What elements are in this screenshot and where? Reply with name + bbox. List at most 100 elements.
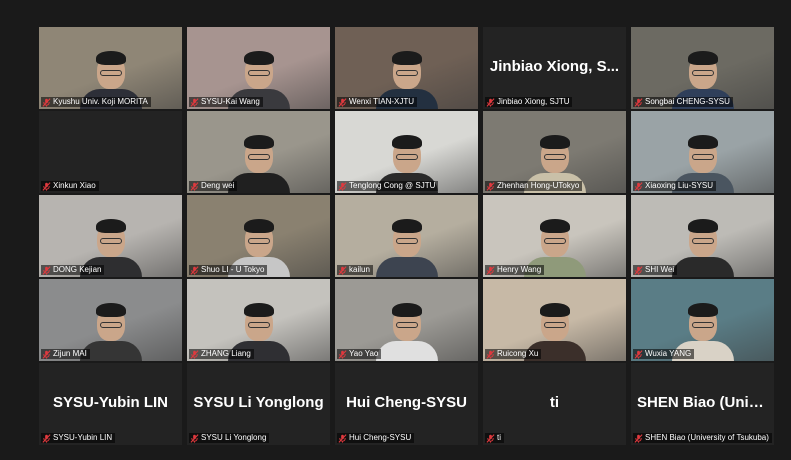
participant-tile[interactable]: Henry Wang (483, 195, 626, 277)
participant-name: Wuxia YANG (645, 349, 692, 358)
participant-tile[interactable]: Kyushu Univ. Koji MORITA (39, 27, 182, 109)
participant-tile[interactable]: Shuo LI - U Tokyo (187, 195, 330, 277)
participant-display-name: SHEN Biao (Univ... (637, 394, 769, 411)
participant-tile[interactable]: Ruicong Xu (483, 279, 626, 361)
participant-name: ti (497, 433, 501, 442)
participant-name: Henry Wang (497, 265, 542, 274)
participant-name: Hui Cheng-SYSU (349, 433, 412, 442)
participant-name: Deng wei (201, 181, 235, 190)
participant-name: SYSU-Kai Wang (201, 97, 260, 106)
participant-tile[interactable]: Zhenhan Hong-UTokyo (483, 111, 626, 193)
participant-display-name: Jinbiao Xiong, S... (489, 58, 620, 75)
participant-name-label: Xiaoxing Liu-SYSU (633, 181, 717, 191)
participant-tile[interactable]: ZHANG Liang (187, 279, 330, 361)
participant-name-label: Yao Yao (337, 349, 382, 359)
muted-mic-icon (634, 97, 643, 107)
participant-name: Tenglong Cong @ SJTU (349, 181, 436, 190)
muted-mic-icon (338, 97, 347, 107)
muted-mic-icon (338, 181, 347, 191)
muted-mic-icon (190, 181, 199, 191)
muted-mic-icon (190, 265, 199, 275)
muted-mic-icon (634, 349, 643, 359)
participant-tile[interactable]: SHEN Biao (Univ... SHEN Biao (University … (631, 363, 774, 445)
participant-name-label: Henry Wang (485, 265, 545, 275)
muted-mic-icon (338, 349, 347, 359)
participant-tile[interactable]: Xinkun Xiao (39, 111, 182, 193)
participant-name-label: SHEN Biao (University of Tsukuba) (633, 433, 772, 443)
muted-mic-icon (42, 265, 51, 275)
participant-tile[interactable]: DONG Kejian (39, 195, 182, 277)
participant-name-label: Kyushu Univ. Koji MORITA (41, 97, 151, 107)
participant-name-label: Wuxia YANG (633, 349, 695, 359)
muted-mic-icon (338, 265, 347, 275)
participant-tile[interactable]: Deng wei (187, 111, 330, 193)
video-gallery: Kyushu Univ. Koji MORITA SYSU-Kai Wang Wen… (39, 27, 774, 445)
participant-tile[interactable]: SHI Wei (631, 195, 774, 277)
participant-tile[interactable]: Zijun MAI (39, 279, 182, 361)
participant-name: Ruicong Xu (497, 349, 539, 358)
participant-tile[interactable]: kailun (335, 195, 478, 277)
participant-name-label: kailun (337, 265, 373, 275)
participant-tile[interactable]: Tenglong Cong @ SJTU (335, 111, 478, 193)
participant-name-label: Zhenhan Hong-UTokyo (485, 181, 583, 191)
muted-mic-icon (338, 433, 347, 443)
muted-mic-icon (190, 349, 199, 359)
participant-name-label: Jinbiao Xiong, SJTU (485, 97, 573, 107)
participant-name: ZHANG Liang (201, 349, 251, 358)
muted-mic-icon (42, 97, 51, 107)
participant-name: Yao Yao (349, 349, 379, 358)
participant-display-name: Hui Cheng-SYSU (346, 394, 467, 411)
participant-tile[interactable]: Wenxi TIAN-XJTU (335, 27, 478, 109)
participant-tile[interactable]: Xiaoxing Liu-SYSU (631, 111, 774, 193)
participant-display-name: SYSU Li Yonglong (193, 394, 324, 411)
participant-tile[interactable]: Jinbiao Xiong, S... Jinbiao Xiong, SJTU (483, 27, 626, 109)
participant-tile[interactable]: SYSU Li Yonglong SYSU Li Yonglong (187, 363, 330, 445)
muted-mic-icon (190, 97, 199, 107)
participant-name-label: Zijun MAI (41, 349, 90, 359)
participant-name-label: Songbai CHENG-SYSU (633, 97, 733, 107)
participant-tile[interactable]: Hui Cheng-SYSU Hui Cheng-SYSU (335, 363, 478, 445)
muted-mic-icon (486, 181, 495, 191)
participant-name-label: Shuo LI - U Tokyo (189, 265, 268, 275)
participant-video-figure (375, 301, 438, 361)
participant-name: Xiaoxing Liu-SYSU (645, 181, 714, 190)
participant-tile[interactable]: SYSU-Yubin LIN SYSU-Yubin LIN (39, 363, 182, 445)
participant-name: Shuo LI - U Tokyo (201, 265, 265, 274)
participant-tile[interactable]: Yao Yao (335, 279, 478, 361)
muted-mic-icon (42, 181, 51, 191)
participant-name: DONG Kejian (53, 265, 102, 274)
participant-name-label: DONG Kejian (41, 265, 105, 275)
participant-name: SYSU-Yubin LIN (53, 433, 113, 442)
participant-name: Zhenhan Hong-UTokyo (497, 181, 580, 190)
participant-video-figure (375, 217, 438, 277)
participant-name-label: SYSU-Kai Wang (189, 97, 263, 107)
participant-display-name: ti (549, 394, 560, 411)
participant-name: Zijun MAI (53, 349, 87, 358)
participant-name-label: SHI Wei (633, 265, 678, 275)
participant-name: Kyushu Univ. Koji MORITA (53, 97, 148, 106)
muted-mic-icon (486, 265, 495, 275)
participant-tile[interactable]: Wuxia YANG (631, 279, 774, 361)
participant-name-label: Deng wei (189, 181, 238, 191)
participant-tile[interactable]: Songbai CHENG-SYSU (631, 27, 774, 109)
muted-mic-icon (42, 349, 51, 359)
muted-mic-icon (634, 265, 643, 275)
participant-name: Wenxi TIAN-XJTU (349, 97, 415, 106)
participant-name-label: ti (485, 433, 504, 443)
participant-name-label: Ruicong Xu (485, 349, 542, 359)
participant-video-figure (671, 217, 734, 277)
muted-mic-icon (634, 433, 643, 443)
participant-name-label: Tenglong Cong @ SJTU (337, 181, 439, 191)
muted-mic-icon (486, 349, 495, 359)
participant-name: Songbai CHENG-SYSU (645, 97, 730, 106)
participant-name: Xinkun Xiao (53, 181, 96, 190)
participant-tile[interactable]: ti ti (483, 363, 626, 445)
participant-name-label: Xinkun Xiao (41, 181, 99, 191)
participant-name-label: ZHANG Liang (189, 349, 254, 359)
muted-mic-icon (486, 433, 495, 443)
participant-name-label: Wenxi TIAN-XJTU (337, 97, 418, 107)
participant-name-label: Hui Cheng-SYSU (337, 433, 415, 443)
muted-mic-icon (42, 433, 51, 443)
participant-tile[interactable]: SYSU-Kai Wang (187, 27, 330, 109)
participant-name: Jinbiao Xiong, SJTU (497, 97, 570, 106)
